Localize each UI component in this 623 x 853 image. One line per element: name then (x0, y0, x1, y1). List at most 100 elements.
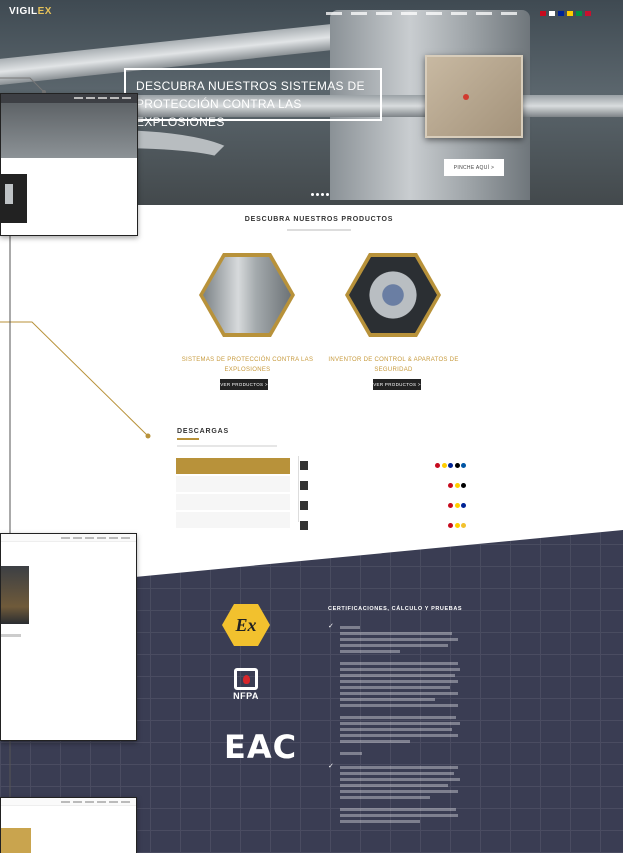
thumbnail-image (1, 103, 137, 158)
flag-icon[interactable] (454, 482, 460, 488)
flag-icon[interactable] (549, 11, 555, 16)
language-flags (435, 462, 466, 468)
text-line (340, 740, 410, 743)
text-line (340, 644, 448, 647)
downloads-tab[interactable] (176, 476, 290, 492)
thumbnail-nav (61, 801, 130, 803)
nav-item[interactable] (326, 12, 342, 15)
flag-icon[interactable] (448, 482, 453, 488)
downloads-tab[interactable] (176, 494, 290, 510)
download-row[interactable] (300, 476, 466, 494)
text-line (340, 668, 460, 671)
nfpa-logo: NFPA (228, 668, 264, 710)
nav-item[interactable] (476, 12, 492, 15)
nav-item[interactable] (451, 12, 467, 15)
thumbnail-screenshot[interactable] (0, 533, 137, 741)
nav-item[interactable] (426, 12, 442, 15)
product-caption[interactable]: SISTEMAS DE PROTECCIÓN CONTRA LAS EXPLOS… (180, 355, 315, 375)
flag-icon[interactable] (448, 522, 453, 528)
flag-icon[interactable] (461, 502, 466, 508)
flag-icon[interactable] (441, 462, 447, 468)
product-image-protection[interactable] (199, 253, 295, 337)
flag-icon[interactable] (461, 482, 466, 488)
flag-icon[interactable] (454, 502, 460, 508)
nav-mark (109, 801, 118, 803)
nav-mark (121, 537, 130, 539)
thumbnail-nav (74, 97, 131, 99)
flag-icon[interactable] (448, 502, 453, 508)
text-line (340, 814, 458, 817)
language-flags (448, 502, 466, 508)
thumbnail-product-image (1, 174, 27, 223)
nav-mark (98, 97, 107, 99)
nav-item[interactable] (401, 12, 417, 15)
text-line (340, 704, 458, 707)
language-flags (540, 11, 591, 16)
download-row[interactable] (300, 456, 466, 474)
eac-logo: EAC (224, 728, 298, 766)
nav-mark (85, 801, 94, 803)
check-icon: ✓ (328, 623, 334, 630)
text-line (340, 626, 360, 629)
thumbnail-header (1, 94, 137, 103)
text-line (340, 632, 452, 635)
slider-dot[interactable] (321, 193, 324, 196)
download-row[interactable] (300, 516, 466, 534)
connector-dot (145, 433, 151, 439)
thumbnail-text (1, 634, 21, 637)
logo-suffix: EX (37, 6, 52, 17)
text-line (340, 650, 400, 653)
certifications-title: CERTIFICACIONES, CÁLCULO Y PRUEBAS (328, 606, 463, 612)
text-line (340, 790, 458, 793)
flag-icon[interactable] (435, 462, 440, 468)
view-products-button[interactable]: VER PRODUCTOS > (373, 379, 421, 390)
slider-dot[interactable] (326, 193, 329, 196)
nav-item[interactable] (376, 12, 392, 15)
flame-icon (243, 675, 250, 684)
pdf-icon (300, 520, 308, 530)
flag-icon[interactable] (454, 462, 460, 468)
downloads-tab[interactable] (176, 458, 290, 474)
check-icon: ✓ (328, 763, 334, 770)
text-line (340, 778, 460, 781)
slider-dots (311, 193, 329, 196)
text-line (340, 722, 460, 725)
product-image-control[interactable] (345, 253, 441, 337)
flag-icon[interactable] (585, 11, 591, 16)
hero-cta-button[interactable]: PINCHE AQUÍ > (444, 159, 504, 176)
text-line (340, 692, 458, 695)
flag-icon[interactable] (448, 462, 453, 468)
view-products-button[interactable]: VER PRODUCTOS > (220, 379, 268, 390)
flag-icon[interactable] (558, 11, 564, 16)
flag-icon[interactable] (461, 522, 466, 528)
nav-mark (121, 801, 130, 803)
language-flags (448, 522, 466, 528)
flag-icon[interactable] (576, 11, 582, 16)
flag-icon[interactable] (461, 462, 466, 468)
nav-mark (61, 801, 70, 803)
flag-icon[interactable] (567, 11, 573, 16)
products-title-underline (287, 229, 351, 231)
downloads-divider (298, 456, 299, 522)
product-caption[interactable]: INVENTOR DE CONTROL & APARATOS DE SEGURI… (326, 355, 461, 375)
download-row[interactable] (300, 496, 466, 514)
nav-mark (122, 97, 131, 99)
flag-icon[interactable] (454, 522, 460, 528)
downloads-tab[interactable] (176, 512, 290, 528)
site-logo[interactable]: VIGILEX (9, 6, 52, 17)
panel-indicator (463, 94, 469, 100)
thumbnail-screenshot[interactable] (0, 93, 138, 236)
text-line (340, 728, 452, 731)
nav-item[interactable] (501, 12, 517, 15)
text-line (340, 662, 458, 665)
thumbnail-image (1, 566, 29, 624)
text-line (340, 638, 458, 641)
slider-dot[interactable] (316, 193, 319, 196)
nav-mark (85, 537, 94, 539)
text-line (340, 752, 362, 755)
text-line (340, 686, 450, 689)
nav-item[interactable] (351, 12, 367, 15)
flag-icon[interactable] (540, 11, 546, 16)
slider-dot[interactable] (311, 193, 314, 196)
thumbnail-screenshot[interactable] (0, 797, 137, 853)
